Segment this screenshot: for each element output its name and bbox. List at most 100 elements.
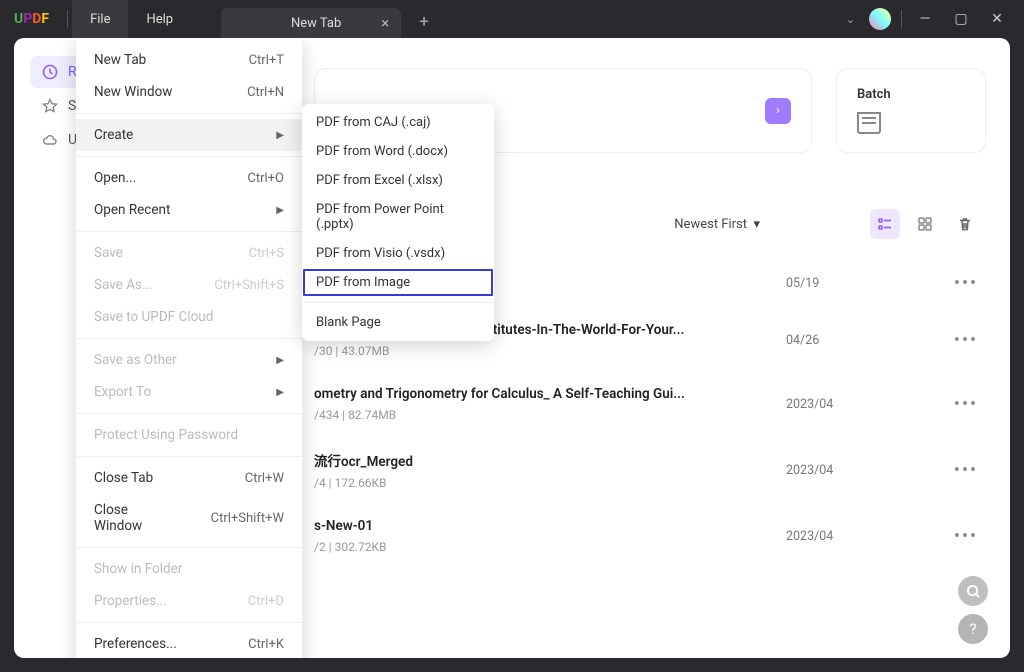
menu-shortcut: Ctrl+N: [207, 85, 284, 100]
submenu-item-pdf-from-power-point-pptx[interactable]: PDF from Power Point (.pptx): [302, 195, 494, 239]
separator: [67, 10, 68, 28]
submenu-item-pdf-from-visio-vsdx[interactable]: PDF from Visio (.vsdx): [302, 239, 494, 268]
menu-shortcut: Ctrl+O: [207, 171, 284, 186]
file-row[interactable]: s-New-01 /2 | 302.72KB 2023/04 •••: [314, 504, 986, 568]
app-body: Recent Starred UPDF Cloud › Batch N: [14, 38, 1010, 658]
menu-item-label: Properties...: [94, 593, 167, 609]
more-icon[interactable]: •••: [946, 526, 986, 547]
menu-item-preferences[interactable]: Preferences... Ctrl+K: [76, 628, 302, 658]
menu-item-label: Save: [94, 245, 123, 261]
file-meta: /30 | 43.07MB: [314, 344, 766, 358]
more-icon[interactable]: •••: [946, 394, 986, 415]
menu-item-new-tab[interactable]: New Tab Ctrl+T: [76, 44, 302, 76]
menu-item-label: Close Tab: [94, 470, 153, 486]
menu-item-create[interactable]: Create ▶: [76, 119, 302, 151]
file-info: s-New-01 /2 | 302.72KB: [314, 518, 766, 554]
menu-item-label: Create: [94, 127, 133, 143]
menu-separator: [76, 156, 302, 157]
menu-item-properties: Properties... Ctrl+D: [76, 585, 302, 617]
file-date: 2023/04: [786, 529, 916, 544]
menu-separator: [76, 456, 302, 457]
menu-item-label: New Tab: [94, 52, 146, 68]
menu-item-label: Protect Using Password: [94, 427, 238, 443]
app-logo: UPDF: [0, 11, 63, 27]
file-name: 流行ocr_Merged: [314, 450, 766, 470]
avatar[interactable]: [869, 8, 891, 30]
sort-select[interactable]: Newest First ▾: [674, 217, 760, 232]
batch-card[interactable]: Batch: [836, 68, 986, 153]
chevron-right-icon: ▶: [236, 205, 284, 216]
submenu-item-pdf-from-caj-caj[interactable]: PDF from CAJ (.caj): [302, 108, 494, 137]
close-icon[interactable]: ×: [381, 14, 389, 32]
menu-shortcut: Ctrl+T: [209, 53, 284, 68]
menu-separator: [76, 113, 302, 114]
menu-separator: [76, 338, 302, 339]
chevron-down-icon[interactable]: ⌄: [846, 13, 855, 26]
menu-item-open[interactable]: Open... Ctrl+O: [76, 162, 302, 194]
tab-label: New Tab: [291, 16, 341, 31]
title-bar: UPDF File Help New Tab × + ⌄ — ▢ ✕: [0, 0, 1024, 38]
menu-item-label: PDF from Excel (.xlsx): [316, 173, 443, 188]
submenu-item-pdf-from-image[interactable]: PDF from Image: [302, 268, 494, 297]
menu-item-label: Save to UPDF Cloud: [94, 309, 213, 325]
menu-item-open-recent[interactable]: Open Recent ▶: [76, 194, 302, 226]
menu-help[interactable]: Help: [128, 0, 191, 38]
file-row[interactable]: ometry and Trigonometry for Calculus_ A …: [314, 372, 986, 436]
menu-shortcut: Ctrl+W: [205, 471, 284, 486]
create-submenu: PDF from CAJ (.caj) PDF from Word (.docx)…: [302, 104, 494, 341]
file-date: 05/19: [786, 276, 916, 291]
file-meta: /434 | 82.74MB: [314, 408, 766, 422]
menu-separator: [76, 231, 302, 232]
window-controls: ⌄ — ▢ ✕: [846, 0, 1024, 38]
search-fab[interactable]: [958, 576, 988, 606]
more-icon[interactable]: •••: [946, 330, 986, 351]
menu-shortcut: Ctrl+Shift+W: [171, 511, 284, 526]
menu-item-show-in-folder: Show in Folder: [76, 553, 302, 585]
view-buttons: [870, 209, 980, 239]
file-meta: /2 | 302.72KB: [314, 540, 766, 554]
arrow-right-icon[interactable]: ›: [765, 98, 791, 124]
menu-item-new-window[interactable]: New WindowCtrl+N: [76, 76, 302, 108]
submenu-item-pdf-from-excel-xlsx[interactable]: PDF from Excel (.xlsx): [302, 166, 494, 195]
menu-item-label: PDF from Visio (.vsdx): [316, 246, 445, 261]
menu-item-protect-using-password: Protect Using Password: [76, 419, 302, 451]
menu-item-label: Open...: [94, 170, 136, 186]
menu-shortcut: Ctrl+D: [208, 594, 284, 609]
file-row[interactable]: 流行ocr_Merged /4 | 172.66KB 2023/04 •••: [314, 436, 986, 504]
more-icon[interactable]: •••: [946, 460, 986, 481]
menu-item-label: Open Recent: [94, 202, 170, 218]
add-tab-button[interactable]: +: [409, 7, 439, 37]
list-view-button[interactable]: [870, 209, 900, 239]
maximize-button[interactable]: ▢: [944, 0, 978, 38]
menu-item-label: Close Window: [94, 502, 171, 534]
menu-shortcut: Ctrl+K: [208, 637, 284, 652]
grid-view-button[interactable]: [910, 209, 940, 239]
file-info: 流行ocr_Merged /4 | 172.66KB: [314, 450, 766, 490]
chevron-right-icon: ▶: [236, 130, 284, 141]
menu-item-save-as-other: Save as Other ▶: [76, 344, 302, 376]
file-info: ometry and Trigonometry for Calculus_ A …: [314, 386, 766, 422]
menu-item-label: Save As...: [94, 277, 153, 293]
close-button[interactable]: ✕: [980, 0, 1014, 38]
more-icon[interactable]: •••: [946, 273, 986, 294]
chevron-right-icon: ▶: [236, 355, 284, 366]
trash-button[interactable]: [950, 209, 980, 239]
submenu-item-blank-page[interactable]: Blank Page: [302, 308, 494, 337]
menu-item-label: PDF from Power Point (.pptx): [316, 202, 480, 232]
menu-item-label: PDF from CAJ (.caj): [316, 115, 431, 130]
file-date: 2023/04: [786, 397, 916, 412]
menu-item-export-to: Export To▶: [76, 376, 302, 408]
menu-item-label: Export To: [94, 384, 151, 400]
menu-item-label: Save as Other: [94, 352, 177, 368]
menu-file[interactable]: File: [72, 0, 128, 38]
menu-item-close-window[interactable]: Close WindowCtrl+Shift+W: [76, 494, 302, 542]
menu-item-close-tab[interactable]: Close Tab Ctrl+W: [76, 462, 302, 494]
menu-item-save-as: Save As...Ctrl+Shift+S: [76, 269, 302, 301]
minimize-button[interactable]: —: [908, 0, 942, 38]
tab-new[interactable]: New Tab ×: [221, 8, 401, 38]
submenu-item-pdf-from-word-docx[interactable]: PDF from Word (.docx): [302, 137, 494, 166]
file-date: 2023/04: [786, 463, 916, 478]
menu-item-label: Preferences...: [94, 636, 177, 652]
help-fab[interactable]: ?: [958, 614, 988, 644]
file-name: s-New-01: [314, 518, 766, 534]
